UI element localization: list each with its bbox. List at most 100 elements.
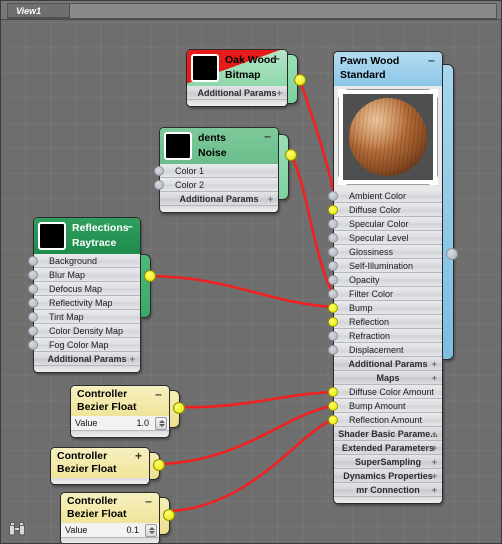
param-row[interactable]: Opacity [328, 273, 442, 287]
input-socket[interactable] [328, 331, 338, 341]
output-socket[interactable] [153, 459, 165, 471]
param-row[interactable]: Tint Map [28, 310, 140, 324]
rollup-supersampling[interactable]: SuperSampling + [334, 455, 442, 469]
rollup-dynamics-properties[interactable]: Dynamics Properties + [334, 469, 442, 483]
black-thumbnail[interactable] [38, 222, 66, 250]
collapse-toggle-icon[interactable]: – [271, 52, 282, 64]
node-controller-bezier-float-3[interactable]: Controller Bezier Float – Value 0.1 [60, 492, 175, 543]
param-row[interactable]: Bump [328, 301, 442, 315]
input-socket[interactable] [328, 345, 338, 355]
rollup-expand-icon[interactable]: + [130, 352, 135, 366]
value-field-row[interactable]: Value 0.1 [61, 523, 159, 538]
node-controller-bezier-float-1[interactable]: Controller Bezier Float – Value 1.0 [70, 385, 185, 441]
rollup-expand-icon[interactable]: + [432, 371, 437, 385]
collapse-toggle-icon[interactable]: – [262, 130, 273, 142]
param-row[interactable]: Defocus Map [28, 282, 140, 296]
input-socket[interactable] [328, 247, 338, 257]
input-socket[interactable] [28, 326, 38, 336]
input-socket[interactable] [328, 219, 338, 229]
node-header[interactable]: Controller Bezier Float – [71, 386, 169, 416]
node-header[interactable]: Pawn Wood Standard – [334, 52, 442, 86]
node-header[interactable]: Controller Bezier Float – [61, 493, 159, 523]
input-socket[interactable] [28, 298, 38, 308]
node-output-tab[interactable] [279, 134, 289, 200]
node-header[interactable]: Controller Bezier Float + [51, 448, 149, 478]
noise-thumbnail[interactable] [164, 132, 192, 160]
rollup-shader-basic-parameters[interactable]: Shader Basic Parame... + [334, 427, 442, 441]
param-row[interactable]: Self-Illumination [328, 259, 442, 273]
rollup-expand-icon[interactable]: + [432, 357, 437, 371]
output-socket[interactable] [163, 509, 175, 521]
output-socket[interactable] [285, 149, 297, 161]
material-preview[interactable] [338, 89, 438, 185]
input-socket[interactable] [328, 387, 338, 397]
node-header[interactable]: dents Noise – [160, 128, 278, 164]
output-socket[interactable] [446, 248, 458, 260]
param-row[interactable]: Reflectivity Map [28, 296, 140, 310]
wood-bitmap-thumbnail[interactable] [191, 54, 219, 82]
param-row[interactable]: Specular Level [328, 231, 442, 245]
rollup-expand-icon[interactable]: + [432, 483, 437, 497]
input-socket[interactable] [154, 180, 164, 190]
value-number[interactable]: 0.1 [126, 523, 139, 538]
rollup-expand-icon[interactable]: + [432, 455, 437, 469]
rollup-expand-icon[interactable]: + [432, 469, 437, 483]
node-dents-noise[interactable]: dents Noise – Color 1 Color 2 Additional… [154, 127, 297, 216]
rollup-maps[interactable]: Maps + [334, 371, 442, 385]
node-header[interactable]: Oak Wood Bitmap – [187, 50, 287, 86]
param-row[interactable]: Diffuse Color Amount [328, 385, 442, 399]
input-socket[interactable] [328, 261, 338, 271]
output-socket[interactable] [294, 74, 306, 86]
param-row[interactable]: Background [28, 254, 140, 268]
output-socket[interactable] [144, 270, 156, 282]
rollup-additional-params[interactable]: Additional Params + [334, 357, 442, 371]
input-socket[interactable] [28, 312, 38, 322]
value-spinner[interactable] [145, 524, 157, 537]
node-output-tab[interactable] [141, 254, 151, 318]
input-socket[interactable] [28, 256, 38, 266]
param-row[interactable]: Bump Amount [328, 399, 442, 413]
rollup-extended-parameters[interactable]: Extended Parameters + [334, 441, 442, 455]
expand-toggle-icon[interactable]: + [133, 450, 144, 462]
param-row[interactable]: Refraction [328, 329, 442, 343]
collapse-toggle-icon[interactable]: – [153, 388, 164, 400]
rollup-expand-icon[interactable]: + [432, 427, 437, 441]
rollup-expand-icon[interactable]: + [432, 441, 437, 455]
param-row[interactable]: Color Density Map [28, 324, 140, 338]
rollup-expand-icon[interactable]: + [277, 86, 282, 100]
value-field-row[interactable]: Value 1.0 [71, 416, 169, 431]
node-graph-canvas[interactable]: Oak Wood Bitmap – Additional Params + de… [2, 21, 500, 543]
input-socket[interactable] [28, 270, 38, 280]
binoculars-icon[interactable] [8, 521, 26, 537]
node-controller-bezier-float-2[interactable]: Controller Bezier Float + [50, 447, 165, 488]
input-socket[interactable] [328, 191, 338, 201]
input-socket[interactable] [328, 205, 338, 215]
value-spinner[interactable] [155, 417, 167, 430]
node-pawn-wood-standard[interactable]: Pawn Wood Standard – Ambient Color Diffu… [328, 51, 458, 507]
param-row[interactable]: Diffuse Color [328, 203, 442, 217]
input-socket[interactable] [28, 284, 38, 294]
param-row[interactable]: Filter Color [328, 287, 442, 301]
param-row[interactable]: Fog Color Map [28, 338, 140, 352]
collapse-toggle-icon[interactable]: – [426, 54, 437, 66]
param-row[interactable]: Specular Color [328, 217, 442, 231]
param-row[interactable]: Blur Map [28, 268, 140, 282]
value-number[interactable]: 1.0 [136, 416, 149, 431]
param-row[interactable]: Ambient Color [328, 189, 442, 203]
param-row[interactable]: Reflection Amount [328, 413, 442, 427]
input-socket[interactable] [328, 317, 338, 327]
tab-view1[interactable]: View1 [8, 4, 70, 18]
input-socket[interactable] [154, 166, 164, 176]
rollup-additional-params[interactable]: Additional Params + [160, 192, 278, 206]
input-socket[interactable] [328, 233, 338, 243]
node-header[interactable]: Reflections Raytrace – [34, 218, 140, 254]
param-row[interactable]: Displacement [328, 343, 442, 357]
param-row[interactable]: Color 1 [154, 164, 278, 178]
input-socket[interactable] [328, 289, 338, 299]
input-socket[interactable] [28, 340, 38, 350]
input-socket[interactable] [328, 401, 338, 411]
node-output-tab[interactable] [443, 64, 454, 360]
input-socket[interactable] [328, 415, 338, 425]
collapse-toggle-icon[interactable]: – [124, 220, 135, 232]
input-socket[interactable] [328, 275, 338, 285]
